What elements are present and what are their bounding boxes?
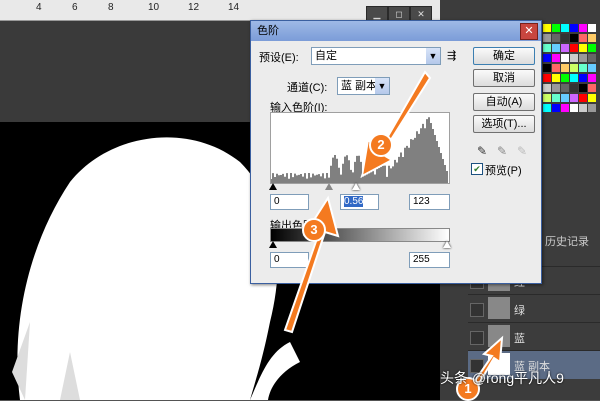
annotation-badge: 3 bbox=[302, 218, 326, 242]
annotation-badge: 2 bbox=[369, 133, 393, 157]
watermark: 头条 @rong平凡人9 bbox=[440, 370, 564, 386]
annotation-arrows bbox=[283, 70, 504, 394]
